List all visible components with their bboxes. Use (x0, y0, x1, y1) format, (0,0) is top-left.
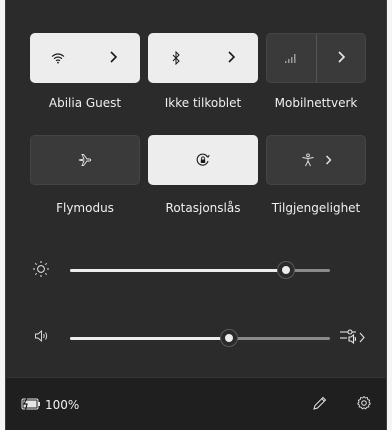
volume-slider[interactable] (70, 330, 330, 346)
brightness-icon (32, 260, 50, 278)
mobile-network-toggle[interactable] (267, 34, 316, 82)
bluetooth-expand-button[interactable] (203, 33, 258, 83)
quick-settings-footer: 100% (6, 377, 386, 430)
bluetooth-tile[interactable] (148, 33, 258, 83)
volume-slider-fill (70, 337, 229, 340)
chevron-right-icon (227, 49, 235, 67)
accessibility-label: Tilgjengelighet (271, 201, 361, 215)
wifi-expand-button[interactable] (85, 33, 140, 83)
bluetooth-label: Ikke tilkoblet (164, 96, 242, 110)
wifi-label: Abilia Guest (48, 96, 122, 110)
rotation-lock-icon (195, 153, 211, 167)
chevron-right-icon (325, 151, 332, 169)
chevron-right-icon (109, 49, 117, 67)
wifi-tile[interactable] (30, 33, 140, 83)
mobile-network-tile[interactable] (266, 33, 366, 83)
wifi-icon (51, 52, 65, 64)
rotation-lock-label: Rotasjonslås (165, 201, 241, 215)
mobile-network-label: Mobilnettverk (274, 96, 358, 110)
settings-gear-icon[interactable] (356, 395, 372, 411)
accessibility-tile[interactable] (266, 135, 366, 185)
edit-pencil-icon[interactable] (312, 395, 328, 411)
audio-output-select-icon[interactable] (339, 327, 367, 347)
brightness-slider[interactable] (70, 262, 330, 278)
airplane-mode-tile[interactable] (30, 135, 140, 185)
mobile-network-expand-button[interactable] (317, 34, 366, 82)
volume-slider-thumb[interactable] (220, 330, 237, 346)
chevron-right-icon (337, 49, 345, 67)
brightness-slider-thumb[interactable] (277, 262, 294, 278)
bluetooth-icon (171, 51, 181, 65)
wifi-toggle[interactable] (30, 33, 85, 83)
battery-charging-icon[interactable] (21, 397, 41, 411)
speaker-icon[interactable] (34, 329, 50, 343)
airplane-mode-label: Flymodus (56, 201, 114, 215)
quick-settings-panel: Abilia Guest Ikke tilkoblet Mobilnettver… (5, 0, 387, 430)
accessibility-icon (301, 153, 315, 167)
bluetooth-toggle[interactable] (148, 33, 203, 83)
cellular-signal-icon (284, 52, 298, 64)
rotation-lock-tile[interactable] (148, 135, 258, 185)
brightness-slider-fill (70, 269, 286, 272)
battery-percentage: 100% (45, 398, 80, 412)
airplane-icon (78, 153, 92, 167)
